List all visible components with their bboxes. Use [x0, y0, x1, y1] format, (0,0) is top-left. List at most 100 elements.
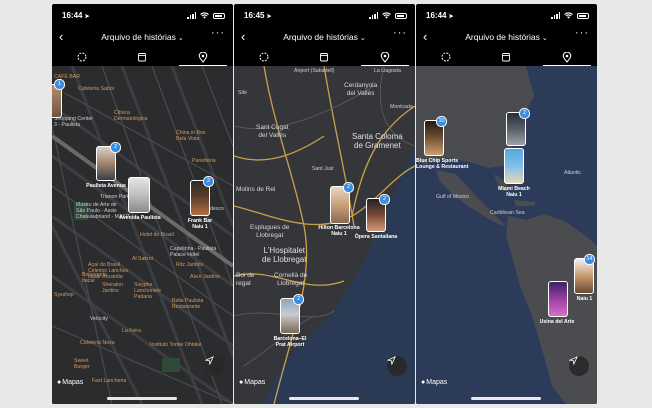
- current-location-button[interactable]: [569, 356, 589, 376]
- location-pin-icon: [198, 51, 208, 63]
- phone-screen-1: 16:44 ➤ ‹ Arquivo de histórias ⌄ ··· CAF…: [52, 4, 233, 404]
- apple-icon: ●: [57, 379, 62, 386]
- map-label: Esplugues de Llobregat: [250, 224, 290, 239]
- current-location-button[interactable]: [387, 356, 407, 376]
- map-label: Santa Coloma de Gramenet: [352, 132, 403, 150]
- home-indicator[interactable]: [289, 397, 359, 400]
- map-label: Sant Cugat del Vallès: [256, 124, 289, 139]
- nav-bar: ‹ Arquivo de histórias ⌄ ···: [234, 26, 415, 48]
- status-time: 16:44 ➤: [62, 11, 90, 20]
- map-label: Hotel do Brasil: [140, 232, 174, 238]
- calendar-icon: [502, 53, 511, 62]
- location-pin-icon: [562, 51, 572, 63]
- location-pin-icon: [380, 51, 390, 63]
- calendar-icon: [138, 53, 147, 62]
- maps-logo: ● Mapas: [239, 379, 266, 386]
- more-options-icon[interactable]: ···: [393, 27, 407, 39]
- map-label: Sisyphe Lanchonete Padaria: [134, 282, 162, 300]
- map-label: La Feira: [122, 328, 142, 334]
- archive-tabs: [416, 48, 597, 66]
- status-time: 16:45 ➤: [244, 11, 272, 20]
- archive-tabs: [234, 48, 415, 66]
- story-count-badge: 1: [54, 79, 65, 90]
- tab-stories[interactable]: [234, 48, 294, 66]
- status-bar: 16:45 ➤: [234, 4, 415, 26]
- story-count-badge: 2: [110, 142, 121, 153]
- map-label: Panetteria: [192, 158, 216, 164]
- map-label: Capelinha - Paulista Palace Hotel: [170, 246, 217, 258]
- location-arrow-icon: [387, 356, 396, 365]
- story-count-badge: 2: [203, 176, 214, 187]
- map-label: L'Hospitalet de Llobregat: [262, 246, 307, 264]
- map-label: Airport (Sabadell): [294, 68, 335, 74]
- chevron-down-icon: ⌄: [541, 35, 548, 42]
- nav-bar: ‹ Arquivo de histórias ⌄ ···: [52, 26, 233, 48]
- signal-icon: [187, 12, 196, 19]
- pin-caption: Naiu 1: [576, 296, 593, 302]
- phone-screen-3: 16:44 ➤ ‹ Arquivo de histórias ⌄ ··· Gulf …: [416, 4, 597, 404]
- phone-screen-2: 16:45 ➤ ‹ Arquivo de histórias ⌄ ··· Air…: [234, 4, 415, 404]
- stories-circle-icon: [441, 52, 451, 62]
- map-label: Velocity: [90, 316, 108, 322]
- map-view[interactable]: Airport (Sabadell) La Llagosta Cerdanyol…: [234, 66, 415, 404]
- battery-icon: [577, 12, 589, 19]
- more-options-icon[interactable]: ···: [211, 27, 225, 39]
- story-count-badge: 14: [584, 254, 595, 265]
- status-time: 16:44 ➤: [426, 11, 454, 20]
- more-options-icon[interactable]: ···: [575, 27, 589, 39]
- map-view[interactable]: Gulf of Mexico Caribbean Sea Atlantic 10…: [416, 66, 597, 404]
- pin-caption: Miami Beach Naiu 1: [498, 186, 530, 198]
- map-label: Atlantic: [564, 170, 582, 176]
- status-bar: 16:44 ➤: [52, 4, 233, 26]
- home-indicator[interactable]: [471, 397, 541, 400]
- tab-calendar[interactable]: [294, 48, 354, 66]
- calendar-icon: [320, 53, 329, 62]
- map-label: Ata'e Jardins: [190, 274, 220, 280]
- map-label: Bella Paulista Restaurante: [172, 298, 204, 310]
- tab-stories[interactable]: [416, 48, 476, 66]
- pin-caption: Avenida Paulista: [119, 215, 161, 221]
- home-indicator[interactable]: [107, 397, 177, 400]
- maps-logo: ● Mapas: [421, 379, 448, 386]
- wifi-icon: [200, 12, 209, 19]
- pin-caption: Frank Bar Naiu 1: [187, 218, 213, 230]
- map-label: La Llagosta: [374, 68, 401, 74]
- map-label: Açaí do Brasil Celeiros Lanches bazar An…: [88, 262, 129, 280]
- tab-map[interactable]: [537, 48, 597, 66]
- stories-circle-icon: [77, 52, 87, 62]
- location-arrow-icon: [205, 356, 214, 365]
- story-thumbnail[interactable]: [128, 177, 150, 213]
- nav-bar: ‹ Arquivo de histórias ⌄ ···: [416, 26, 597, 48]
- tab-calendar[interactable]: [476, 48, 536, 66]
- current-location-button[interactable]: [205, 356, 225, 376]
- archive-title[interactable]: Arquivo de histórias ⌄: [234, 32, 415, 42]
- map-label: Ritz Jardins: [176, 262, 204, 268]
- map-label: Sysshop: [54, 292, 74, 298]
- chevron-down-icon: ⌄: [177, 35, 184, 42]
- map-label: Sant Just: [312, 166, 334, 172]
- story-count-badge: 10: [436, 116, 447, 127]
- map-view[interactable]: CAFÉ BAR Cafeteria Sabor Shopping Center…: [52, 66, 233, 404]
- tab-calendar[interactable]: [112, 48, 172, 66]
- map-label: Cornellà de Llobregat: [274, 272, 308, 287]
- battery-icon: [395, 12, 407, 19]
- map-label: Sheraton Jardins: [102, 282, 124, 294]
- signal-icon: [369, 12, 378, 19]
- pin-caption: Blue Chip Sports Lounge & Restaurant: [416, 158, 469, 170]
- apple-icon: ●: [421, 379, 426, 386]
- story-thumbnail[interactable]: [504, 148, 524, 184]
- archive-title[interactable]: Arquivo de histórias ⌄: [416, 32, 597, 42]
- tab-map[interactable]: [173, 48, 233, 66]
- story-count-badge: 2: [519, 108, 530, 119]
- map-label: Fast Lancheria: [92, 378, 127, 384]
- map-label: Cerdanyola del Vallès: [344, 82, 378, 97]
- map-label: Cafeteria Sabor: [78, 86, 115, 92]
- story-count-badge: 2: [379, 194, 390, 205]
- tab-map[interactable]: [355, 48, 415, 66]
- pin-caption: Ópera Santaliana: [354, 234, 398, 240]
- maps-logo: ● Mapas: [57, 379, 84, 386]
- tab-stories[interactable]: [52, 48, 112, 66]
- archive-title[interactable]: Arquivo de histórias ⌄: [52, 32, 233, 42]
- story-thumbnail[interactable]: [548, 281, 568, 317]
- apple-icon: ●: [239, 379, 244, 386]
